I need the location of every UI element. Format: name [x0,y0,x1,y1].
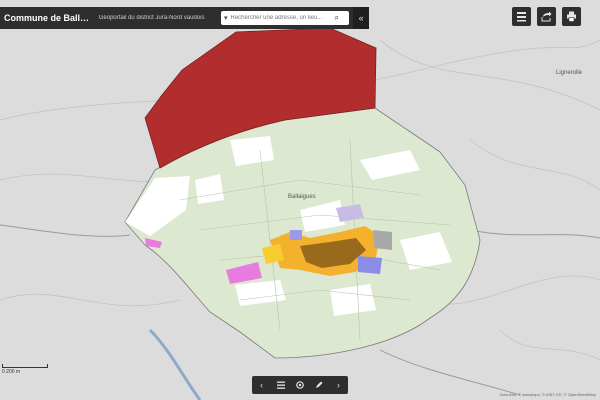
print-button[interactable] [562,7,581,26]
list-icon [276,381,285,389]
app-title: Commune de Ballaigues [4,13,93,23]
map-tools [512,7,581,26]
share-button[interactable] [537,7,556,26]
place-label-center: Ballaigues [288,194,316,200]
list-button[interactable] [273,377,289,393]
collapse-button[interactable]: « [353,7,370,29]
next-button[interactable]: › [330,377,346,393]
chevron-left-icon: ‹ [260,380,264,390]
search-input[interactable] [230,12,335,24]
locate-icon [296,381,304,389]
header-bar: Commune de Ballaigues Géoportail du dist… [0,7,370,29]
dropdown-icon[interactable]: ▾ [224,14,228,22]
special-zone-blue-small[interactable] [290,230,302,240]
search-icon[interactable]: ⌕ [335,13,339,23]
app-subtitle: Géoportail du district Jura-Nord vaudois [98,15,205,21]
scale-bar-label: 0 200 m [2,369,21,375]
pencil-icon [316,381,323,388]
print-icon [567,11,576,22]
scale-bar-line [2,364,48,368]
special-zone-blue[interactable] [358,256,382,274]
share-icon [541,11,552,22]
prev-button[interactable]: ‹ [254,377,270,393]
layers-button[interactable] [512,7,531,26]
draw-button[interactable] [311,377,327,393]
map-canvas[interactable] [0,0,600,400]
scale-bar: 0 200 m [2,364,48,375]
layers-icon [517,12,526,22]
locate-button[interactable] [292,377,308,393]
place-label-right: Lignerolle [556,70,583,76]
bottom-toolbar: ‹ › [252,376,348,394]
search-box[interactable]: ▾ ⌕ [220,11,350,25]
chevron-right-icon: › [336,380,340,390]
map-attribution: Données: © swisstopo, © ASIT-VD, © OpenS… [500,392,596,397]
grey-zone[interactable] [373,230,392,250]
double-chevron-left-icon: « [358,13,364,23]
